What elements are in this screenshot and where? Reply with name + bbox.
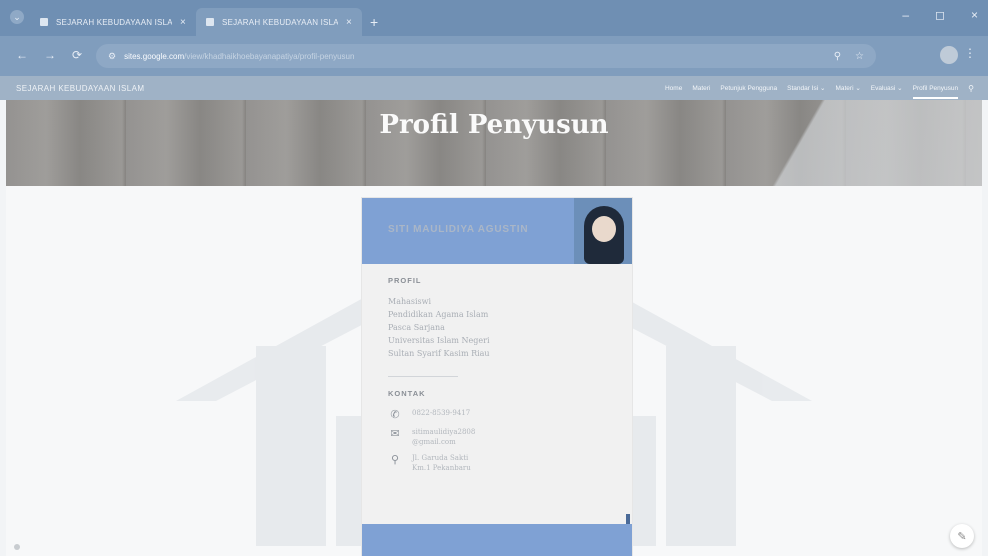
search-icon[interactable]: ⚲ (968, 84, 974, 93)
contact-heading: KONTAK (388, 389, 426, 398)
contact-phone-text: 0822-8539-9417 (412, 408, 470, 418)
profile-line: Mahasiswi (388, 297, 432, 306)
phone-icon: ✆ (390, 409, 400, 421)
profile-line: Pendidikan Agama Islam (388, 310, 489, 319)
contact-email-text[interactable]: sitimaulidiya2808 @gmail.com (412, 427, 475, 447)
contact-address: ⚲ Jl. Garuda Sakti Km.1 Pekanbaru (388, 453, 538, 473)
contact-address-text: Jl. Garuda Sakti Km.1 Pekanbaru (412, 453, 471, 473)
profile-card-footer (362, 524, 632, 556)
contact-line: Km.1 Pekanbaru (412, 464, 471, 472)
maximize-button[interactable]: ◻ (935, 8, 945, 22)
contact-line: sitimaulidiya2808 (412, 428, 476, 436)
site-title[interactable]: SEJARAH KEBUDAYAAN ISLAM (16, 84, 144, 93)
profile-description: Mahasiswi Pendidikan Agama Islam Pasca S… (388, 295, 538, 360)
page-title: Profil Penyusun (379, 110, 609, 140)
close-window-button[interactable]: × (971, 8, 978, 22)
url-field[interactable]: ⚙ sites.google.com/view/khadhaikhoebayan… (96, 44, 876, 68)
section-divider (388, 376, 458, 377)
nav-item-profil-penyusun[interactable]: Profil Penyusun (912, 85, 958, 99)
site-favicon-icon (40, 18, 48, 26)
tab-close-icon[interactable]: × (180, 17, 186, 28)
tab-search-icon[interactable]: ⌄ (10, 10, 24, 24)
contact-phone: ✆ 0822-8539-9417 (388, 408, 538, 421)
zoom-icon[interactable]: ⚲ (834, 51, 841, 62)
tab-title: SEJARAH KEBUDAYAAN ISLAM (222, 17, 338, 27)
site-header: SEJARAH KEBUDAYAAN ISLAM Home Materi Pet… (0, 76, 988, 100)
author-photo (574, 198, 632, 264)
edit-pencil-button[interactable]: ✎ (950, 524, 974, 548)
profile-card: SITI MAULIDIYA AGUSTIN PROFIL Mahasiswi … (362, 198, 632, 556)
reload-button[interactable]: ⟳ (72, 48, 82, 62)
site-navigation: Home Materi Petunjuk Pengguna Standar Is… (665, 84, 974, 99)
nav-item-standar-isi[interactable]: Standar Isi ⌄ (787, 84, 825, 92)
minimize-button[interactable]: – (902, 8, 909, 22)
url-host: sites.google.com (124, 51, 185, 61)
site-favicon-icon (206, 18, 214, 26)
contact-email: ✉ sitimaulidiya2808 @gmail.com (388, 427, 538, 447)
nav-item-petunjuk-pengguna[interactable]: Petunjuk Pengguna (720, 85, 777, 92)
contact-line: Jl. Garuda Sakti (412, 454, 469, 462)
page-body: SITI MAULIDIYA AGUSTIN PROFIL Mahasiswi … (6, 186, 982, 556)
omnibox-actions: ⚲ ☆ (834, 51, 864, 62)
photo-face-shape (592, 216, 616, 242)
url-path: /view/khadhaikhoebayanapatiya/profil-pen… (184, 51, 355, 61)
profile-line: Sultan Syarif Kasim Riau (388, 349, 490, 358)
browser-tab-bar: ⌄ SEJARAH KEBUDAYAAN ISLAM × SEJARAH KEB… (0, 0, 988, 36)
bookmark-star-icon[interactable]: ☆ (855, 51, 864, 62)
forward-button[interactable]: → (44, 48, 56, 62)
navigation-buttons: ← → ⟳ (16, 48, 82, 62)
new-tab-button[interactable]: + (370, 8, 378, 36)
nav-item-home[interactable]: Home (665, 85, 682, 92)
site-info-icon[interactable]: ⚙ (108, 51, 116, 62)
address-bar: ← → ⟳ ⚙ sites.google.com/view/khadhaikho… (0, 36, 988, 76)
profile-avatar-icon[interactable] (940, 46, 958, 64)
window-controls: – ◻ × (902, 8, 978, 22)
browser-tab-2-active[interactable]: SEJARAH KEBUDAYAAN ISLAM × (196, 8, 362, 36)
nav-item-materi[interactable]: Materi (692, 85, 710, 92)
tab-title: SEJARAH KEBUDAYAAN ISLAM (56, 17, 172, 27)
mail-icon: ✉ (390, 428, 400, 440)
nav-item-evaluasi[interactable]: Evaluasi ⌄ (871, 84, 903, 92)
profile-line: Pasca Sarjana (388, 323, 445, 332)
profile-card-header: SITI MAULIDIYA AGUSTIN (362, 198, 632, 264)
nav-item-materi-menu[interactable]: Materi ⌄ (835, 84, 860, 92)
author-name: SITI MAULIDIYA AGUSTIN (388, 224, 529, 235)
contact-line: @gmail.com (412, 438, 456, 446)
profile-card-content: PROFIL Mahasiswi Pendidikan Agama Islam … (388, 276, 538, 479)
profile-heading: PROFIL (388, 276, 422, 285)
back-button[interactable]: ← (16, 48, 28, 62)
page-info-icon[interactable] (14, 544, 20, 550)
browser-tab-1[interactable]: SEJARAH KEBUDAYAAN ISLAM × (30, 8, 196, 36)
hero-banner: Profil Penyusun (6, 100, 982, 186)
contact-line: 0822-8539-9417 (412, 409, 471, 417)
location-pin-icon: ⚲ (390, 454, 400, 466)
browser-menu-icon[interactable]: ⋮ (964, 46, 976, 60)
tab-close-icon[interactable]: × (346, 17, 352, 28)
profile-line: Universitas Islam Negeri (388, 336, 490, 345)
